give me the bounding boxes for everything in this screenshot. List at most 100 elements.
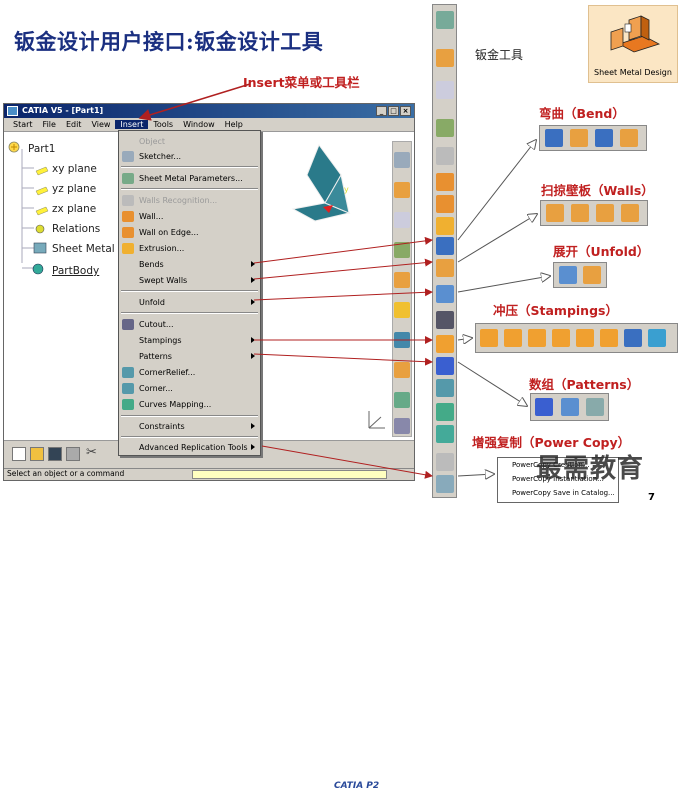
circular-pattern-icon[interactable]: [561, 398, 579, 416]
tool-icon-2[interactable]: [394, 182, 410, 198]
corner-tool-icon[interactable]: [436, 403, 454, 421]
rectangular-pattern-icon[interactable]: [535, 398, 553, 416]
extrusion-tool-icon[interactable]: [436, 217, 454, 235]
curves-mapping-tool-icon[interactable]: [436, 425, 454, 443]
point-bend-icon[interactable]: [620, 129, 638, 147]
tool-icon-3[interactable]: [394, 212, 410, 228]
menu-item-wall[interactable]: Wall...: [119, 209, 260, 224]
curve-stamp-icon[interactable]: [528, 329, 546, 347]
tree-item-xy-plane[interactable]: xy plane: [52, 163, 97, 175]
cut-icon[interactable]: ✂: [86, 445, 100, 461]
tool-icon-1[interactable]: [394, 152, 410, 168]
fold-icon[interactable]: [583, 266, 601, 284]
menu-file[interactable]: File: [38, 120, 61, 129]
recognition-tool-icon[interactable]: [436, 147, 454, 165]
menu-item-object[interactable]: Object: [119, 134, 260, 149]
swept-walls-tool-icon[interactable]: [436, 259, 454, 277]
tool-icon-6[interactable]: [394, 302, 410, 318]
menu-view[interactable]: View: [86, 120, 115, 129]
tool-icon-5[interactable]: [394, 272, 410, 288]
tool-icon-8[interactable]: [394, 362, 410, 378]
conical-bend-icon[interactable]: [570, 129, 588, 147]
user-pattern-icon[interactable]: [586, 398, 604, 416]
compass-icon[interactable]: [359, 403, 389, 433]
menu-item-corner-relief[interactable]: CornerRelief...: [119, 365, 260, 380]
tool-icon-7[interactable]: [394, 332, 410, 348]
walls-recognition-icon: [122, 195, 134, 206]
menu-item-sheet-metal-parameters[interactable]: Sheet Metal Parameters...: [119, 171, 260, 186]
tool-icon-10[interactable]: [394, 418, 410, 434]
user-stamp-icon[interactable]: [648, 329, 666, 347]
tree-item-relations[interactable]: Relations: [52, 223, 100, 235]
sheet-metal-vertical-toolbar: [432, 4, 457, 498]
menu-item-walls-recognition[interactable]: Walls Recognition...: [119, 193, 260, 208]
cutout-tool-icon[interactable]: [436, 311, 454, 329]
wall-tool-icon[interactable]: [436, 173, 454, 191]
tree-item-partbody[interactable]: PartBody: [52, 265, 99, 277]
menu-item-bends[interactable]: Bends: [119, 257, 260, 272]
user-flange-icon[interactable]: [621, 204, 639, 222]
menu-insert[interactable]: Insert: [115, 120, 149, 129]
menu-item-advanced-replication-tools[interactable]: Advanced Replication Tools: [119, 440, 260, 455]
stampings-tool-icon[interactable]: [436, 335, 454, 353]
corner-relief-tool-icon[interactable]: [436, 379, 454, 397]
bends-tool-icon[interactable]: [436, 237, 454, 255]
minimize-button[interactable]: _: [376, 106, 387, 116]
tool-icon-9[interactable]: [394, 392, 410, 408]
menu-item-cutout[interactable]: Cutout...: [119, 317, 260, 332]
hem-icon[interactable]: [571, 204, 589, 222]
menu-item-constraints[interactable]: Constraints: [119, 419, 260, 434]
tree-root-part1[interactable]: Part1: [28, 143, 55, 155]
menu-item-stampings[interactable]: Stampings: [119, 333, 260, 348]
menu-item-swept-walls[interactable]: Swept Walls: [119, 273, 260, 288]
print-icon[interactable]: [66, 447, 80, 461]
menu-edit[interactable]: Edit: [61, 120, 87, 129]
flange-icon[interactable]: [546, 204, 564, 222]
parameters-tool-icon[interactable]: [436, 11, 454, 29]
tool-icon-4[interactable]: [394, 242, 410, 258]
unfold-tool-icon[interactable]: [436, 285, 454, 303]
submenu-arrow-icon: [251, 277, 255, 283]
tree-item-zx-plane[interactable]: zx plane: [52, 203, 96, 215]
menu-window[interactable]: Window: [178, 120, 220, 129]
cutout-icon: [122, 319, 134, 330]
walls-label: 扫掠壁板（Walls）: [541, 183, 654, 198]
stiffening-rib-icon[interactable]: [624, 329, 642, 347]
walls-recognition-tool-icon[interactable]: [436, 49, 454, 67]
submenu-arrow-icon: [251, 299, 255, 305]
bend-icon[interactable]: [545, 129, 563, 147]
tear-drop-icon[interactable]: [596, 204, 614, 222]
menu-start[interactable]: Start: [8, 120, 38, 129]
menu-help[interactable]: Help: [220, 120, 248, 129]
status-bar: Select an object or a command: [4, 468, 414, 480]
sketch-tool-icon[interactable]: [436, 81, 454, 99]
menu-item-extrusion[interactable]: Extrusion...: [119, 241, 260, 256]
constraints-tool-icon[interactable]: [436, 453, 454, 471]
command-input[interactable]: [192, 470, 387, 479]
surface-stamp-icon[interactable]: [480, 329, 498, 347]
power-copy-tool-icon[interactable]: [436, 475, 454, 493]
louver-icon[interactable]: [576, 329, 594, 347]
menu-item-unfold[interactable]: Unfold: [119, 295, 260, 310]
menu-item-sketcher[interactable]: Sketcher...: [119, 149, 260, 164]
new-icon[interactable]: [12, 447, 26, 461]
views-tool-icon[interactable]: [436, 119, 454, 137]
bridge-icon[interactable]: [600, 329, 618, 347]
menu-item-patterns[interactable]: Patterns: [119, 349, 260, 364]
bead-icon[interactable]: [504, 329, 522, 347]
open-icon[interactable]: [30, 447, 44, 461]
maximize-button[interactable]: □: [388, 106, 399, 116]
close-button[interactable]: ×: [400, 106, 411, 116]
menu-item-curves-mapping[interactable]: Curves Mapping...: [119, 397, 260, 412]
flanged-cutout-icon[interactable]: [552, 329, 570, 347]
menu-item-corner[interactable]: Corner...: [119, 381, 260, 396]
patterns-tool-icon[interactable]: [436, 357, 454, 375]
menu-item-wall-on-edge[interactable]: Wall on Edge...: [119, 225, 260, 240]
menu-tools[interactable]: Tools: [148, 120, 178, 129]
unfold-icon[interactable]: [559, 266, 577, 284]
power-copy-save-item[interactable]: PowerCopy Save in Catalog...: [512, 489, 615, 497]
tree-item-yz-plane[interactable]: yz plane: [52, 183, 96, 195]
bend-from-flat-icon[interactable]: [595, 129, 613, 147]
wall-on-edge-tool-icon[interactable]: [436, 195, 454, 213]
save-icon[interactable]: [48, 447, 62, 461]
